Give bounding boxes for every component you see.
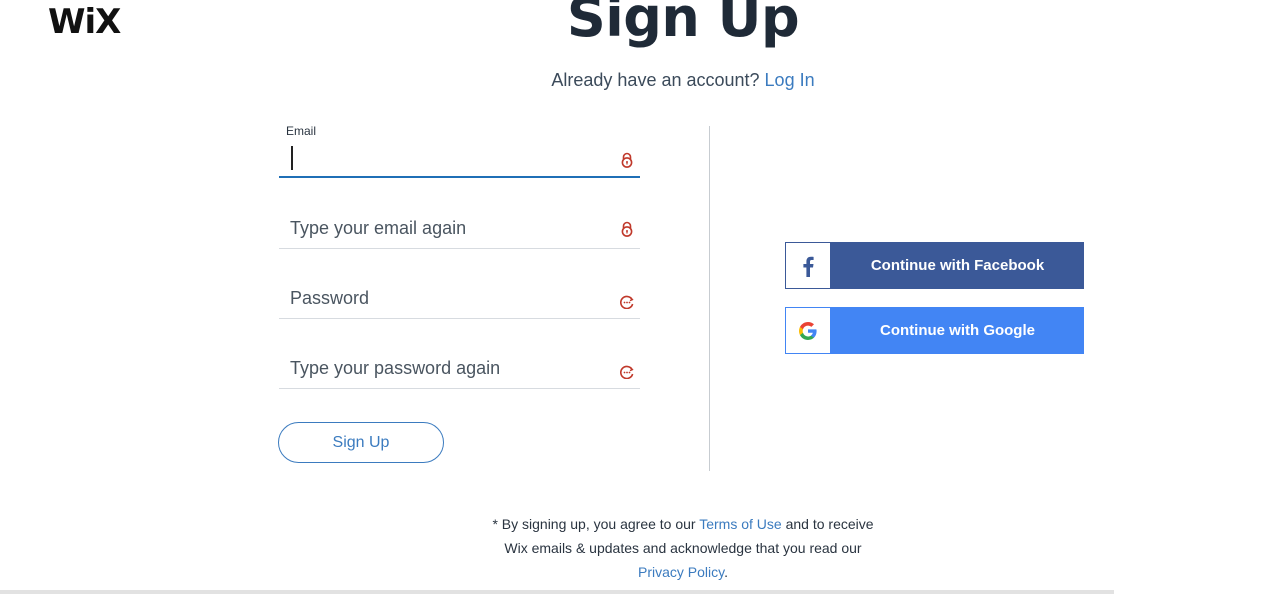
facebook-icon	[785, 242, 831, 289]
facebook-button-label: Continue with Facebook	[831, 242, 1084, 289]
email-field[interactable]: Email	[279, 124, 640, 180]
email-field-underline	[279, 176, 640, 178]
email-confirm-field[interactable]	[279, 212, 640, 250]
password-confirm-input[interactable]	[279, 352, 640, 384]
password-confirm-field[interactable]	[279, 352, 640, 390]
email-confirm-input[interactable]	[279, 212, 640, 244]
login-prompt: Already have an account? Log In	[0, 70, 1283, 91]
password-manager-lock-icon[interactable]	[620, 152, 634, 168]
horizontal-scrollbar[interactable]	[0, 590, 1114, 594]
page-title: Sign Up	[566, 0, 800, 49]
sign-up-button[interactable]: Sign Up	[278, 422, 444, 463]
password-underline	[279, 318, 640, 319]
email-input[interactable]	[279, 144, 640, 174]
privacy-policy-link[interactable]: Privacy Policy	[638, 564, 724, 580]
terms-text-part3: .	[724, 564, 728, 580]
vertical-divider	[709, 126, 710, 471]
terms-text-part1: * By signing up, you agree to our	[492, 516, 700, 532]
password-manager-key-icon[interactable]	[620, 365, 634, 381]
continue-with-facebook-button[interactable]: Continue with Facebook	[785, 242, 1084, 289]
login-prompt-text: Already have an account?	[551, 70, 765, 90]
password-confirm-underline	[279, 388, 640, 389]
password-manager-lock-icon[interactable]	[620, 221, 634, 237]
google-button-label: Continue with Google	[831, 307, 1084, 354]
text-cursor	[291, 146, 293, 170]
terms-notice: * By signing up, you agree to our Terms …	[483, 512, 883, 584]
login-link[interactable]: Log In	[765, 70, 815, 90]
password-field[interactable]	[279, 282, 640, 320]
terms-of-use-link[interactable]: Terms of Use	[699, 516, 781, 532]
email-field-label: Email	[286, 124, 317, 138]
google-icon	[785, 307, 831, 354]
password-manager-key-icon[interactable]	[620, 295, 634, 311]
email-confirm-underline	[279, 248, 640, 249]
continue-with-google-button[interactable]: Continue with Google	[785, 307, 1084, 354]
password-input[interactable]	[279, 282, 640, 314]
